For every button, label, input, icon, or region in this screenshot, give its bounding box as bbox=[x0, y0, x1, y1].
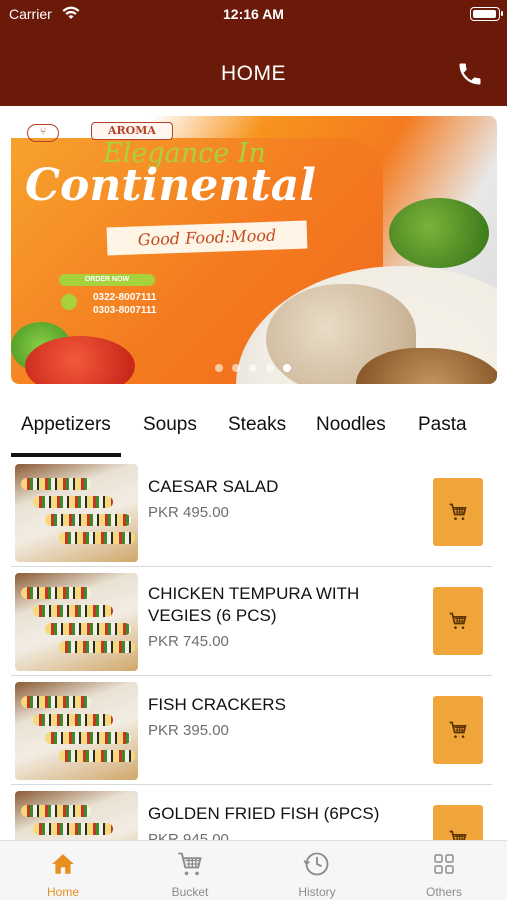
cart-icon bbox=[176, 850, 204, 878]
tabbar-bucket-label: Bucket bbox=[171, 885, 209, 899]
status-bar: Carrier 12:16 AM bbox=[0, 0, 507, 30]
bottom-tab-bar: Home Bucket History Others bbox=[0, 840, 507, 900]
grid-icon bbox=[430, 850, 458, 878]
carousel-dots[interactable] bbox=[215, 364, 291, 372]
item-name: FISH CRACKERS bbox=[148, 695, 286, 714]
status-time: 12:16 AM bbox=[223, 6, 284, 22]
carousel-dot[interactable] bbox=[266, 364, 274, 372]
item-price: PKR 495.00 bbox=[148, 504, 229, 521]
cart-icon bbox=[449, 612, 467, 629]
item-thumbnail bbox=[15, 791, 138, 840]
tabbar-home[interactable]: Home bbox=[0, 841, 126, 900]
tab-appetizers[interactable]: Appetizers bbox=[21, 414, 111, 436]
phone-circle-icon bbox=[61, 294, 77, 310]
add-to-cart-button[interactable] bbox=[433, 696, 483, 764]
list-item[interactable]: GOLDEN FRIED FISH (6PCS) PKR 945.00 bbox=[11, 785, 492, 840]
garnish-image bbox=[389, 198, 489, 268]
tabbar-history-label: History bbox=[298, 885, 336, 899]
battery-icon bbox=[470, 7, 503, 21]
menu-item-list[interactable]: CAESAR SALAD PKR 495.00 CHICKEN TEMPURA … bbox=[0, 458, 507, 840]
item-thumbnail bbox=[15, 682, 138, 780]
item-price: PKR 945.00 bbox=[148, 831, 229, 840]
item-name: CAESAR SALAD bbox=[148, 477, 279, 496]
phone-icon bbox=[459, 63, 481, 85]
item-thumbnail bbox=[15, 464, 138, 562]
home-icon bbox=[49, 850, 77, 878]
list-item[interactable]: CHICKEN TEMPURA WITH VEGIES (6 PCS) PKR … bbox=[11, 567, 492, 676]
battery-level bbox=[473, 10, 496, 18]
banner-phone-2: 0303-8007111 bbox=[93, 305, 157, 316]
banner-headline-2: Continental bbox=[25, 160, 316, 211]
list-item[interactable]: CAESAR SALAD PKR 495.00 bbox=[11, 458, 492, 567]
tabbar-history[interactable]: History bbox=[254, 841, 380, 900]
cart-icon bbox=[449, 830, 467, 840]
selected-tab-indicator bbox=[11, 453, 121, 457]
cart-icon bbox=[449, 503, 467, 520]
carousel-dot[interactable] bbox=[283, 364, 291, 372]
add-to-cart-button[interactable] bbox=[433, 805, 483, 840]
page-title: HOME bbox=[221, 62, 286, 85]
item-price: PKR 395.00 bbox=[148, 722, 229, 739]
add-to-cart-button[interactable] bbox=[433, 478, 483, 546]
item-thumbnail bbox=[15, 573, 138, 671]
add-to-cart-button[interactable] bbox=[433, 587, 483, 655]
carousel-dot[interactable] bbox=[215, 364, 223, 372]
banner-phone-1: 0322-8007111 bbox=[93, 292, 157, 303]
item-name: GOLDEN FRIED FISH (6PCS) bbox=[148, 804, 380, 823]
item-price: PKR 745.00 bbox=[148, 633, 229, 650]
category-tabs: Appetizers Soups Steaks Noodles Pasta bbox=[0, 406, 507, 458]
history-icon bbox=[303, 850, 331, 878]
promo-banner[interactable]: ⑂ AROMA Elegance In Continental Good Foo… bbox=[11, 116, 497, 384]
tabbar-others-label: Others bbox=[425, 885, 462, 899]
cart-icon bbox=[449, 721, 467, 738]
tab-steaks[interactable]: Steaks bbox=[228, 414, 286, 436]
tab-soups[interactable]: Soups bbox=[143, 414, 197, 436]
tabbar-others[interactable]: Others bbox=[381, 841, 507, 900]
carousel-dot[interactable] bbox=[232, 364, 240, 372]
cutlery-icon: ⑂ bbox=[27, 124, 59, 142]
tabbar-bucket[interactable]: Bucket bbox=[127, 841, 253, 900]
nav-bar: HOME bbox=[0, 30, 507, 106]
tabbar-home-label: Home bbox=[46, 885, 79, 899]
call-button[interactable] bbox=[452, 56, 488, 92]
item-name: CHICKEN TEMPURA WITH VEGIES (6 PCS) bbox=[148, 584, 360, 625]
tab-pasta[interactable]: Pasta bbox=[418, 414, 467, 436]
order-now-label: ORDER NOW bbox=[59, 274, 155, 286]
carousel-dot[interactable] bbox=[249, 364, 257, 372]
tab-noodles[interactable]: Noodles bbox=[316, 414, 386, 436]
list-item[interactable]: FISH CRACKERS PKR 395.00 bbox=[11, 676, 492, 785]
